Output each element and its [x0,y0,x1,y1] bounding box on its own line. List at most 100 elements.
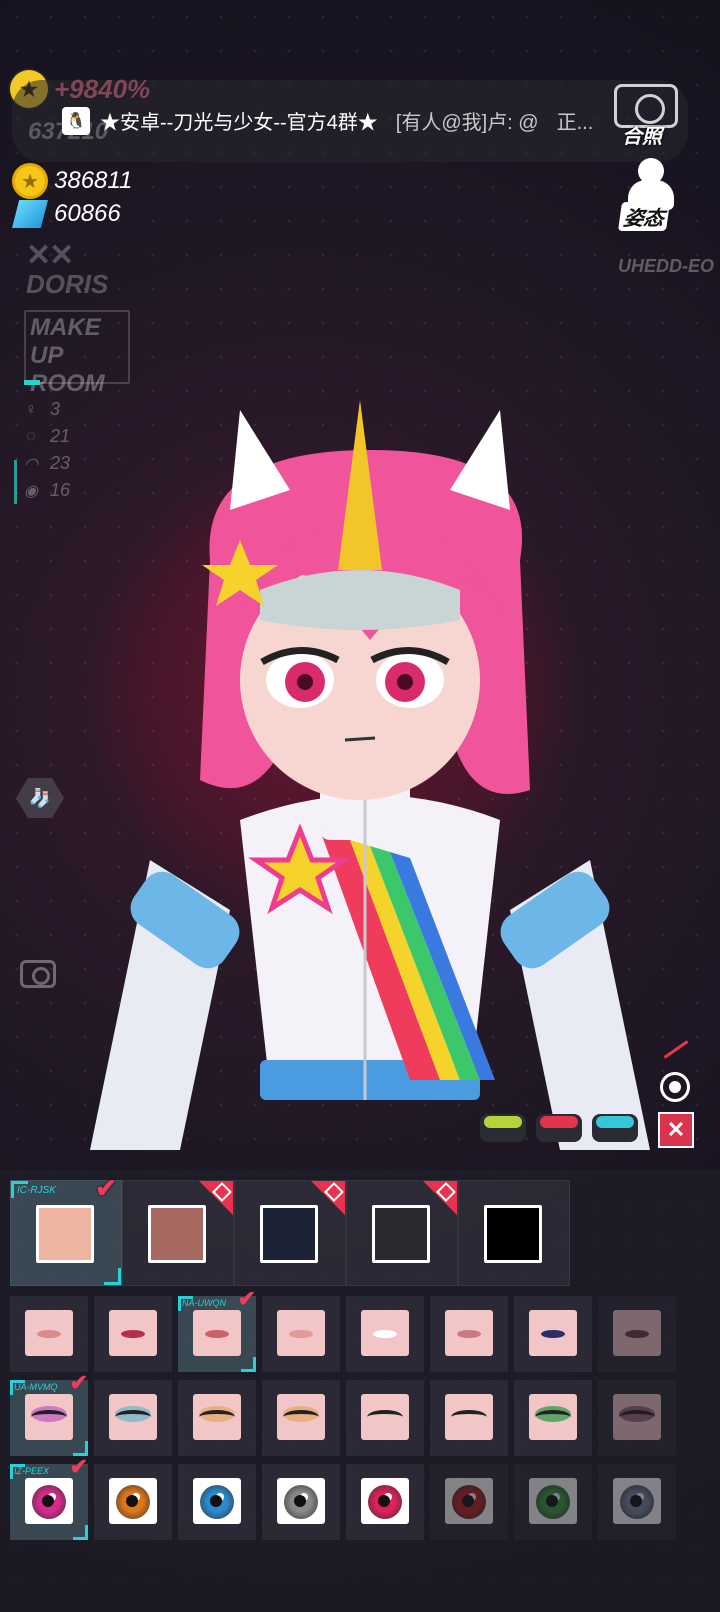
chat-trailing: 正... [556,112,594,134]
lips-thumbnail [361,1310,409,1356]
iris-thumbnail [529,1478,577,1524]
eyeshadow-option[interactable] [430,1380,508,1456]
name-mark: ✕✕ [26,239,74,272]
skin-swatch-cell[interactable]: IC-RJSK ✔ [10,1173,122,1286]
color-pill-group [480,1114,638,1142]
qq-icon: 🐧 [62,106,90,135]
skin-swatch-cell[interactable] [346,1180,458,1286]
iris-icon [32,1485,66,1519]
eyeshadow-option[interactable] [178,1380,256,1456]
skin-swatch [148,1205,206,1263]
eyeshadow-tag: UA-MVMQ [14,1382,58,1392]
lips-icon [541,1330,565,1338]
screenshot-camera-button[interactable] [20,960,56,988]
lips-option[interactable] [346,1296,424,1372]
lips-row: NA-UWQN ✔ [10,1286,676,1372]
eyeshadow-option[interactable] [514,1380,592,1456]
skin-swatch [484,1205,542,1263]
iris-option[interactable] [430,1464,508,1540]
group-photo-label: 合照 [622,126,662,148]
iris-icon [620,1485,654,1519]
gem-counter: 60866 [12,200,121,228]
lips-icon [289,1330,313,1338]
check-icon: ✔ [95,1173,117,1203]
eyeliner-icon [619,1410,655,1424]
close-button[interactable]: ✕ [658,1112,694,1148]
eyeshadow-option[interactable] [262,1380,340,1456]
iris-option[interactable]: IZ-PEEX ✔ [10,1454,88,1540]
iris-option[interactable] [94,1464,172,1540]
iris-option[interactable] [514,1464,592,1540]
eye-icon: ◠ [24,455,38,473]
iris-option[interactable] [262,1464,340,1540]
lips-option[interactable] [430,1296,508,1372]
lips-option[interactable] [598,1296,676,1372]
lips-option[interactable] [262,1296,340,1372]
makeup-room-progress [24,380,40,385]
eyeshadow-thumbnail [529,1394,577,1440]
lips-option[interactable]: NA-UWQN ✔ [178,1286,256,1372]
lips-thumbnail [613,1310,661,1356]
lips-thumbnail [193,1310,241,1356]
eyeshadow-thumbnail [109,1394,157,1440]
eyeliner-icon [367,1410,403,1424]
iris-icon [452,1485,486,1519]
lips-option[interactable] [94,1296,172,1372]
lips-option[interactable] [514,1296,592,1372]
stat-value: 23 [50,453,71,473]
character-name: DORIS [26,269,109,299]
chat-group-title: ★安卓--刀光与少女--官方4群★ [100,112,378,134]
figure-icon: ♀ [25,400,37,418]
iris-icon [368,1485,402,1519]
pill-color [540,1116,578,1128]
lips-thumbnail [445,1310,493,1356]
eyeliner-icon [199,1410,235,1424]
iris-thumbnail [445,1478,493,1524]
eyeshadow-thumbnail [25,1394,73,1440]
iris-option[interactable] [346,1464,424,1540]
stat-row: ♀ 3 [22,396,70,423]
iris-option[interactable] [598,1464,676,1540]
eyeshadow-option[interactable]: UA-MVMQ ✔ [10,1370,88,1456]
skin-swatch-cell[interactable] [234,1180,346,1286]
iris-thumbnail [613,1478,661,1524]
lips-icon [373,1330,397,1338]
eyeliner-icon [535,1410,571,1424]
lips-option[interactable] [10,1296,88,1372]
lips-icon [205,1330,229,1338]
hide-slash-icon [663,1040,689,1059]
pose-label: 姿态 [617,202,671,231]
lips-icon: ◌ [26,427,36,445]
sock-icon: 🧦 [28,787,52,808]
eyeshadow-option[interactable] [598,1380,676,1456]
stat-value: 16 [50,480,71,500]
color-pill-red[interactable] [536,1114,582,1142]
color-pill-cyan[interactable] [592,1114,638,1142]
lips-icon [457,1330,481,1338]
stat-row: ◠ 23 [22,450,70,477]
skin-swatch-cell[interactable] [458,1180,570,1286]
skin-swatch-cell[interactable] [122,1180,234,1286]
character-model[interactable] [90,390,650,1150]
pose-button[interactable]: 姿态 [612,158,688,231]
eyeliner-icon [31,1410,67,1424]
gem-icon [12,200,48,228]
iris-icon [200,1485,234,1519]
makeup-stats: ♀ 3 ◌ 21 ◠ 23 ◉ 16 [22,396,70,504]
coin-icon: ★ [12,163,48,199]
lips-icon [625,1330,649,1338]
lips-thumbnail [25,1310,73,1356]
iris-icon [284,1485,318,1519]
hide-ui-button[interactable] [660,1036,690,1066]
stat-value: 21 [50,426,71,446]
iris-option[interactable] [178,1464,256,1540]
pill-color [596,1116,634,1128]
eyeshadow-option[interactable] [94,1380,172,1456]
iris-row: IZ-PEEX ✔ [10,1454,676,1540]
eyeshadow-option[interactable] [346,1380,424,1456]
focus-target-button[interactable] [660,1072,690,1102]
chat-message-row[interactable]: 🐧 ★安卓--刀光与少女--官方4群★ [有人@我]卢: @ 正... [62,106,593,135]
makeup-room-title: MAKE UP ROOM [24,310,130,397]
color-pill-yellow[interactable] [480,1114,526,1142]
stat-row: ◌ 21 [22,423,70,450]
